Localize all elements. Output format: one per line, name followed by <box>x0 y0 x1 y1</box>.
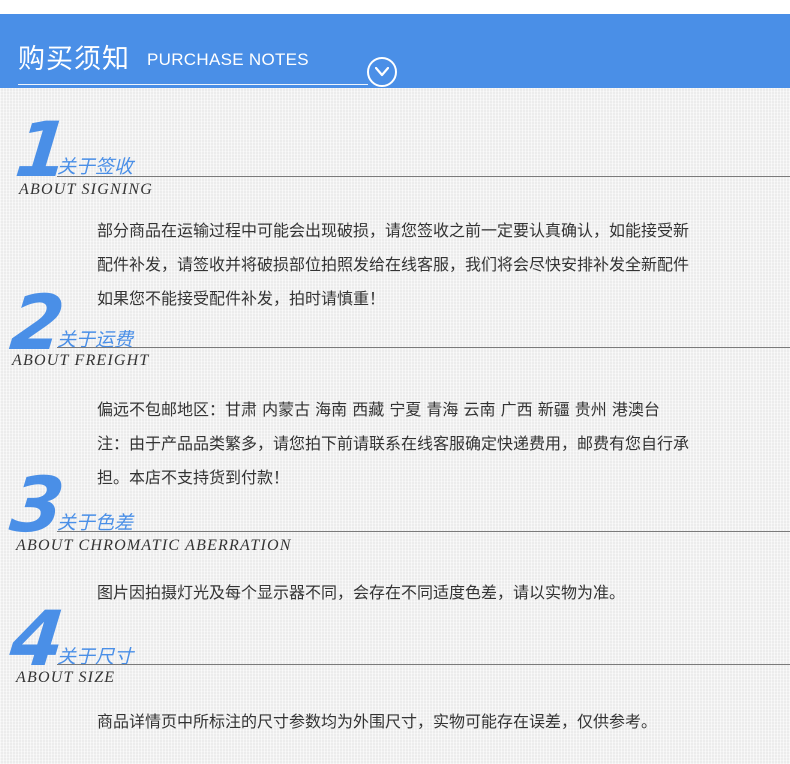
section-divider <box>57 176 790 177</box>
section-body: 偏远不包邮地区：甘肃 内蒙古 海南 西藏 宁夏 青海 云南 广西 新疆 贵州 港… <box>97 393 777 495</box>
section-divider <box>57 531 790 532</box>
chevron-down-icon <box>375 67 389 77</box>
body-line: 部分商品在运输过程中可能会出现破损，请您签收之前一定要认真确认，如能接受新 <box>97 221 690 240</box>
body-line: 如果您不能接受配件补发，拍时请慎重！ <box>97 289 386 308</box>
section-title-cn: 关于签收 <box>57 156 134 178</box>
section-title-en: ABOUT SIZE <box>16 669 116 686</box>
expand-toggle-button[interactable] <box>367 57 397 87</box>
header-title: 购买须知 <box>18 44 130 75</box>
section-body: 图片因拍摄灯光及每个显示器不同，会存在不同适度色差，请以实物为准。 <box>97 576 777 610</box>
body-line: 配件补发，请签收并将破损部位拍照发给在线客服，我们将会尽快安排补发全新配件 <box>97 255 690 274</box>
body-line: 商品详情页中所标注的尺寸参数均为外围尺寸，实物可能存在误差，仅供参考。 <box>97 712 658 731</box>
section-title-en: ABOUT FREIGHT <box>12 352 150 369</box>
section-body: 商品详情页中所标注的尺寸参数均为外围尺寸，实物可能存在误差，仅供参考。 <box>97 705 777 739</box>
body-line: 担。本店不支持货到付款！ <box>97 468 290 487</box>
header-underline <box>18 84 368 85</box>
body-line: 注：由于产品品类繁多，请您拍下前请联系在线客服确定快递费用，邮费有您自行承 <box>97 434 690 453</box>
section-divider <box>57 664 790 665</box>
body-line: 图片因拍摄灯光及每个显示器不同，会存在不同适度色差，请以实物为准。 <box>97 583 626 602</box>
section-divider <box>57 347 790 348</box>
section-title-en: ABOUT CHROMATIC ABERRATION <box>16 537 292 554</box>
top-strip <box>0 0 790 14</box>
header-subtitle: PURCHASE NOTES <box>147 50 309 69</box>
section-title-en: ABOUT SIGNING <box>19 181 153 198</box>
purchase-notes-header: 购买须知 PURCHASE NOTES <box>0 14 790 88</box>
section-body: 部分商品在运输过程中可能会出现破损，请您签收之前一定要认真确认，如能接受新 配件… <box>97 214 777 316</box>
body-line: 偏远不包邮地区：甘肃 内蒙古 海南 西藏 宁夏 青海 云南 广西 新疆 贵州 港… <box>97 400 660 419</box>
